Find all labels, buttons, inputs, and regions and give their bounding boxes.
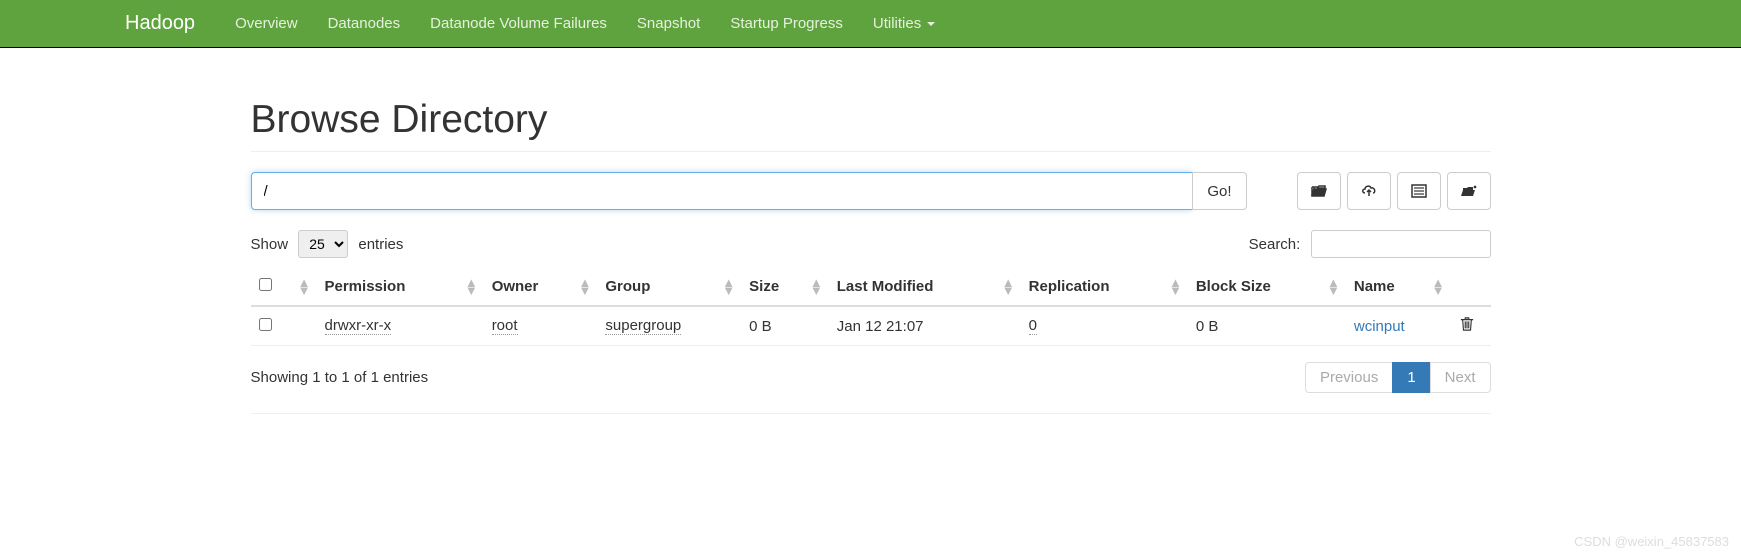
nav-startup-progress[interactable]: Startup Progress <box>715 2 858 45</box>
nav-overview[interactable]: Overview <box>220 2 313 45</box>
search-control: Search: <box>1249 230 1491 258</box>
go-button[interactable]: Go! <box>1192 172 1246 210</box>
table-header-row: ▲▼ Permission▲▼ Owner▲▼ Group▲▼ Size▲▼ L… <box>251 268 1491 306</box>
col-sort-blank[interactable]: ▲▼ <box>291 268 317 306</box>
cell-owner[interactable]: root <box>492 317 518 335</box>
col-group[interactable]: Group▲▼ <box>597 268 741 306</box>
col-last-modified[interactable]: Last Modified▲▼ <box>829 268 1021 306</box>
sort-icon: ▲▼ <box>1432 279 1445 295</box>
length-select[interactable]: 25 <box>298 230 348 258</box>
sort-icon: ▲▼ <box>1169 279 1182 295</box>
toolbar-buttons <box>1297 172 1491 210</box>
trash-icon[interactable] <box>1459 317 1475 331</box>
col-name[interactable]: Name▲▼ <box>1346 268 1451 306</box>
cell-group[interactable]: supergroup <box>605 317 681 335</box>
sort-icon: ▲▼ <box>298 279 311 295</box>
col-checkbox[interactable] <box>251 268 291 306</box>
page-previous[interactable]: Previous <box>1305 362 1393 393</box>
cell-permission[interactable]: drwxr-xr-x <box>325 317 392 335</box>
table-footer: Showing 1 to 1 of 1 entries Previous 1 N… <box>251 354 1491 414</box>
nav-utilities[interactable]: Utilities <box>858 2 950 45</box>
list-button[interactable] <box>1397 172 1441 210</box>
sort-icon: ▲▼ <box>722 279 735 295</box>
col-replication[interactable]: Replication▲▼ <box>1021 268 1188 306</box>
pagination: Previous 1 Next <box>1306 362 1491 393</box>
sort-icon: ▲▼ <box>1327 279 1340 295</box>
nav-volume-failures[interactable]: Datanode Volume Failures <box>415 2 622 45</box>
watermark: CSDN @weixin_45837583 <box>1574 534 1729 549</box>
nav-utilities-label: Utilities <box>873 15 921 32</box>
col-actions <box>1451 268 1491 306</box>
upload-button[interactable] <box>1347 172 1391 210</box>
col-permission[interactable]: Permission▲▼ <box>317 268 484 306</box>
search-input[interactable] <box>1311 230 1491 258</box>
page-next[interactable]: Next <box>1430 362 1491 393</box>
path-input-group: Go! <box>251 172 1247 210</box>
col-owner[interactable]: Owner▲▼ <box>484 268 598 306</box>
main-container: Browse Directory Go! Show 25 <box>236 48 1506 414</box>
col-size[interactable]: Size▲▼ <box>741 268 829 306</box>
cell-block-size: 0 B <box>1188 306 1346 346</box>
nav-datanodes[interactable]: Datanodes <box>313 2 416 45</box>
show-label: Show <box>251 236 289 253</box>
new-folder-button[interactable] <box>1297 172 1341 210</box>
nav-snapshot[interactable]: Snapshot <box>622 2 715 45</box>
page-title: Browse Directory <box>251 98 1491 142</box>
cell-replication[interactable]: 0 <box>1029 317 1037 335</box>
col-block-size[interactable]: Block Size▲▼ <box>1188 268 1346 306</box>
sort-icon: ▲▼ <box>1002 279 1015 295</box>
page-header: Browse Directory <box>251 48 1491 152</box>
cell-last-modified: Jan 12 21:07 <box>829 306 1021 346</box>
path-controls: Go! <box>251 172 1491 210</box>
length-control: Show 25 entries <box>251 230 404 258</box>
select-all-checkbox[interactable] <box>259 278 272 291</box>
cell-size: 0 B <box>741 306 829 346</box>
table-info: Showing 1 to 1 of 1 entries <box>251 369 429 386</box>
chevron-down-icon <box>927 22 935 26</box>
search-label: Search: <box>1249 236 1301 253</box>
sort-icon: ▲▼ <box>465 279 478 295</box>
row-checkbox[interactable] <box>259 318 272 331</box>
navbar: Hadoop Overview Datanodes Datanode Volum… <box>0 0 1741 48</box>
brand-link[interactable]: Hadoop <box>125 0 210 47</box>
path-input[interactable] <box>251 172 1193 210</box>
cut-button[interactable] <box>1447 172 1491 210</box>
table-row: drwxr-xr-x root supergroup 0 B Jan 12 21… <box>251 306 1491 346</box>
sort-icon: ▲▼ <box>579 279 592 295</box>
cell-name-link[interactable]: wcinput <box>1354 318 1405 335</box>
page-1[interactable]: 1 <box>1392 362 1430 393</box>
file-table: ▲▼ Permission▲▼ Owner▲▼ Group▲▼ Size▲▼ L… <box>251 268 1491 346</box>
list-icon <box>1411 184 1427 198</box>
sort-icon: ▲▼ <box>810 279 823 295</box>
table-controls: Show 25 entries Search: <box>251 230 1491 258</box>
folder-open-icon <box>1311 184 1327 198</box>
cut-icon <box>1461 184 1477 198</box>
upload-icon <box>1361 184 1377 198</box>
entries-label: entries <box>358 236 403 253</box>
